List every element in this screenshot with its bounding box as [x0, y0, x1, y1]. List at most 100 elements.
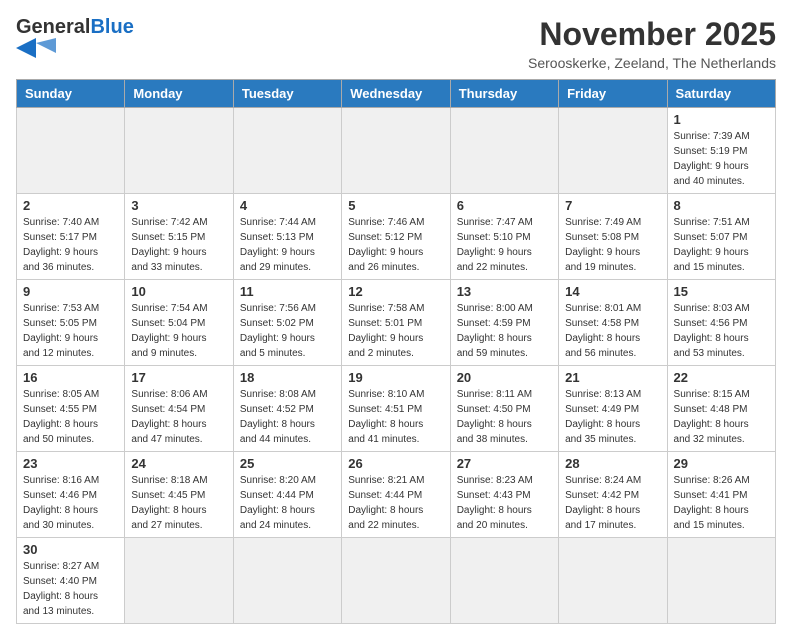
- day-number: 12: [348, 284, 443, 299]
- calendar-cell: [125, 108, 233, 194]
- day-number: 4: [240, 198, 335, 213]
- location: Serooskerke, Zeeland, The Netherlands: [528, 55, 776, 71]
- calendar-cell: 25Sunrise: 8:20 AM Sunset: 4:44 PM Dayli…: [233, 452, 341, 538]
- day-number: 21: [565, 370, 660, 385]
- logo-blue: Blue: [90, 16, 133, 38]
- day-number: 8: [674, 198, 769, 213]
- header-monday: Monday: [125, 80, 233, 108]
- day-number: 7: [565, 198, 660, 213]
- day-number: 15: [674, 284, 769, 299]
- day-info: Sunrise: 8:16 AM Sunset: 4:46 PM Dayligh…: [23, 473, 118, 533]
- day-number: 29: [674, 456, 769, 471]
- header-thursday: Thursday: [450, 80, 558, 108]
- calendar-cell: [17, 108, 125, 194]
- calendar-cell: 14Sunrise: 8:01 AM Sunset: 4:58 PM Dayli…: [559, 280, 667, 366]
- day-number: 27: [457, 456, 552, 471]
- calendar-week-row: 9 Sunrise: 7:53 AM Sunset: 5:05 PM Daylig…: [17, 280, 776, 366]
- page-header: GeneralBlue November 2025 Serooskerke, Z…: [16, 16, 776, 71]
- day-info: Sunrise: 7:44 AM Sunset: 5:13 PM Dayligh…: [240, 215, 335, 275]
- day-number: 24: [131, 456, 226, 471]
- calendar-cell: 11 Sunrise: 7:56 AM Sunset: 5:02 PM Dayli…: [233, 280, 341, 366]
- logo-icon: [16, 38, 66, 58]
- day-number: 5: [348, 198, 443, 213]
- day-number: 11: [240, 284, 335, 299]
- header-sunday: Sunday: [17, 80, 125, 108]
- header-friday: Friday: [559, 80, 667, 108]
- calendar-cell: [450, 108, 558, 194]
- day-number: 9: [23, 284, 118, 299]
- day-info: Sunrise: 8:11 AM Sunset: 4:50 PM Dayligh…: [457, 387, 552, 447]
- day-number: 3: [131, 198, 226, 213]
- header-wednesday: Wednesday: [342, 80, 450, 108]
- calendar-cell: 6Sunrise: 7:47 AM Sunset: 5:10 PM Daylig…: [450, 194, 558, 280]
- calendar-week-row: 23 Sunrise: 8:16 AM Sunset: 4:46 PM Dayli…: [17, 452, 776, 538]
- day-number: 23: [23, 456, 118, 471]
- calendar-week-row: 1Sunrise: 7:39 AM Sunset: 5:19 PM Daylig…: [17, 108, 776, 194]
- day-number: 14: [565, 284, 660, 299]
- calendar-cell: 5 Sunrise: 7:46 AM Sunset: 5:12 PM Daylig…: [342, 194, 450, 280]
- calendar-week-row: 16Sunrise: 8:05 AM Sunset: 4:55 PM Dayli…: [17, 366, 776, 452]
- calendar-cell: [125, 538, 233, 624]
- calendar-cell: 10 Sunrise: 7:54 AM Sunset: 5:04 PM Dayli…: [125, 280, 233, 366]
- day-info: Sunrise: 7:53 AM Sunset: 5:05 PM Dayligh…: [23, 301, 118, 361]
- calendar-cell: 21Sunrise: 8:13 AM Sunset: 4:49 PM Dayli…: [559, 366, 667, 452]
- month-title: November 2025: [528, 16, 776, 53]
- calendar-cell: 19Sunrise: 8:10 AM Sunset: 4:51 PM Dayli…: [342, 366, 450, 452]
- calendar-cell: 13Sunrise: 8:00 AM Sunset: 4:59 PM Dayli…: [450, 280, 558, 366]
- calendar-cell: 17 Sunrise: 8:06 AM Sunset: 4:54 PM Dayli…: [125, 366, 233, 452]
- day-info: Sunrise: 8:24 AM Sunset: 4:42 PM Dayligh…: [565, 473, 660, 533]
- calendar-cell: 16Sunrise: 8:05 AM Sunset: 4:55 PM Dayli…: [17, 366, 125, 452]
- calendar-cell: 27 Sunrise: 8:23 AM Sunset: 4:43 PM Dayli…: [450, 452, 558, 538]
- calendar-cell: [233, 538, 341, 624]
- day-info: Sunrise: 8:21 AM Sunset: 4:44 PM Dayligh…: [348, 473, 443, 533]
- day-info: Sunrise: 7:47 AM Sunset: 5:10 PM Dayligh…: [457, 215, 552, 275]
- day-number: 30: [23, 542, 118, 557]
- calendar-header-row: Sunday Monday Tuesday Wednesday Thursday…: [17, 80, 776, 108]
- calendar-cell: 24Sunrise: 8:18 AM Sunset: 4:45 PM Dayli…: [125, 452, 233, 538]
- day-info: Sunrise: 7:46 AM Sunset: 5:12 PM Dayligh…: [348, 215, 443, 275]
- calendar-cell: 28 Sunrise: 8:24 AM Sunset: 4:42 PM Dayli…: [559, 452, 667, 538]
- day-number: 17: [131, 370, 226, 385]
- day-info: Sunrise: 7:49 AM Sunset: 5:08 PM Dayligh…: [565, 215, 660, 275]
- calendar-table: Sunday Monday Tuesday Wednesday Thursday…: [16, 79, 776, 624]
- day-number: 26: [348, 456, 443, 471]
- day-info: Sunrise: 8:15 AM Sunset: 4:48 PM Dayligh…: [674, 387, 769, 447]
- day-number: 22: [674, 370, 769, 385]
- calendar-cell: 23 Sunrise: 8:16 AM Sunset: 4:46 PM Dayli…: [17, 452, 125, 538]
- calendar-cell: [559, 108, 667, 194]
- day-info: Sunrise: 8:20 AM Sunset: 4:44 PM Dayligh…: [240, 473, 335, 533]
- day-number: 16: [23, 370, 118, 385]
- calendar-cell: 22 Sunrise: 8:15 AM Sunset: 4:48 PM Dayli…: [667, 366, 775, 452]
- calendar-week-row: 30 Sunrise: 8:27 AM Sunset: 4:40 PM Dayli…: [17, 538, 776, 624]
- day-number: 28: [565, 456, 660, 471]
- day-info: Sunrise: 8:26 AM Sunset: 4:41 PM Dayligh…: [674, 473, 769, 533]
- calendar-cell: 7 Sunrise: 7:49 AM Sunset: 5:08 PM Daylig…: [559, 194, 667, 280]
- day-number: 1: [674, 112, 769, 127]
- day-number: 20: [457, 370, 552, 385]
- day-info: Sunrise: 8:06 AM Sunset: 4:54 PM Dayligh…: [131, 387, 226, 447]
- logo-general: General: [16, 16, 90, 38]
- calendar-cell: 3 Sunrise: 7:42 AM Sunset: 5:15 PM Daylig…: [125, 194, 233, 280]
- day-info: Sunrise: 7:58 AM Sunset: 5:01 PM Dayligh…: [348, 301, 443, 361]
- header-saturday: Saturday: [667, 80, 775, 108]
- day-info: Sunrise: 7:56 AM Sunset: 5:02 PM Dayligh…: [240, 301, 335, 361]
- day-info: Sunrise: 8:23 AM Sunset: 4:43 PM Dayligh…: [457, 473, 552, 533]
- calendar-cell: 20 Sunrise: 8:11 AM Sunset: 4:50 PM Dayli…: [450, 366, 558, 452]
- calendar-cell: [559, 538, 667, 624]
- calendar-cell: [667, 538, 775, 624]
- calendar-cell: 8Sunrise: 7:51 AM Sunset: 5:07 PM Daylig…: [667, 194, 775, 280]
- day-info: Sunrise: 7:42 AM Sunset: 5:15 PM Dayligh…: [131, 215, 226, 275]
- calendar-cell: 1Sunrise: 7:39 AM Sunset: 5:19 PM Daylig…: [667, 108, 775, 194]
- day-info: Sunrise: 7:40 AM Sunset: 5:17 PM Dayligh…: [23, 215, 118, 275]
- day-info: Sunrise: 7:54 AM Sunset: 5:04 PM Dayligh…: [131, 301, 226, 361]
- day-info: Sunrise: 8:27 AM Sunset: 4:40 PM Dayligh…: [23, 559, 118, 619]
- calendar-week-row: 2Sunrise: 7:40 AM Sunset: 5:17 PM Daylig…: [17, 194, 776, 280]
- day-info: Sunrise: 8:03 AM Sunset: 4:56 PM Dayligh…: [674, 301, 769, 361]
- logo: GeneralBlue: [16, 16, 134, 58]
- calendar-cell: 2Sunrise: 7:40 AM Sunset: 5:17 PM Daylig…: [17, 194, 125, 280]
- title-area: November 2025 Serooskerke, Zeeland, The …: [528, 16, 776, 71]
- day-number: 18: [240, 370, 335, 385]
- calendar-cell: [233, 108, 341, 194]
- calendar-cell: 15 Sunrise: 8:03 AM Sunset: 4:56 PM Dayli…: [667, 280, 775, 366]
- day-number: 10: [131, 284, 226, 299]
